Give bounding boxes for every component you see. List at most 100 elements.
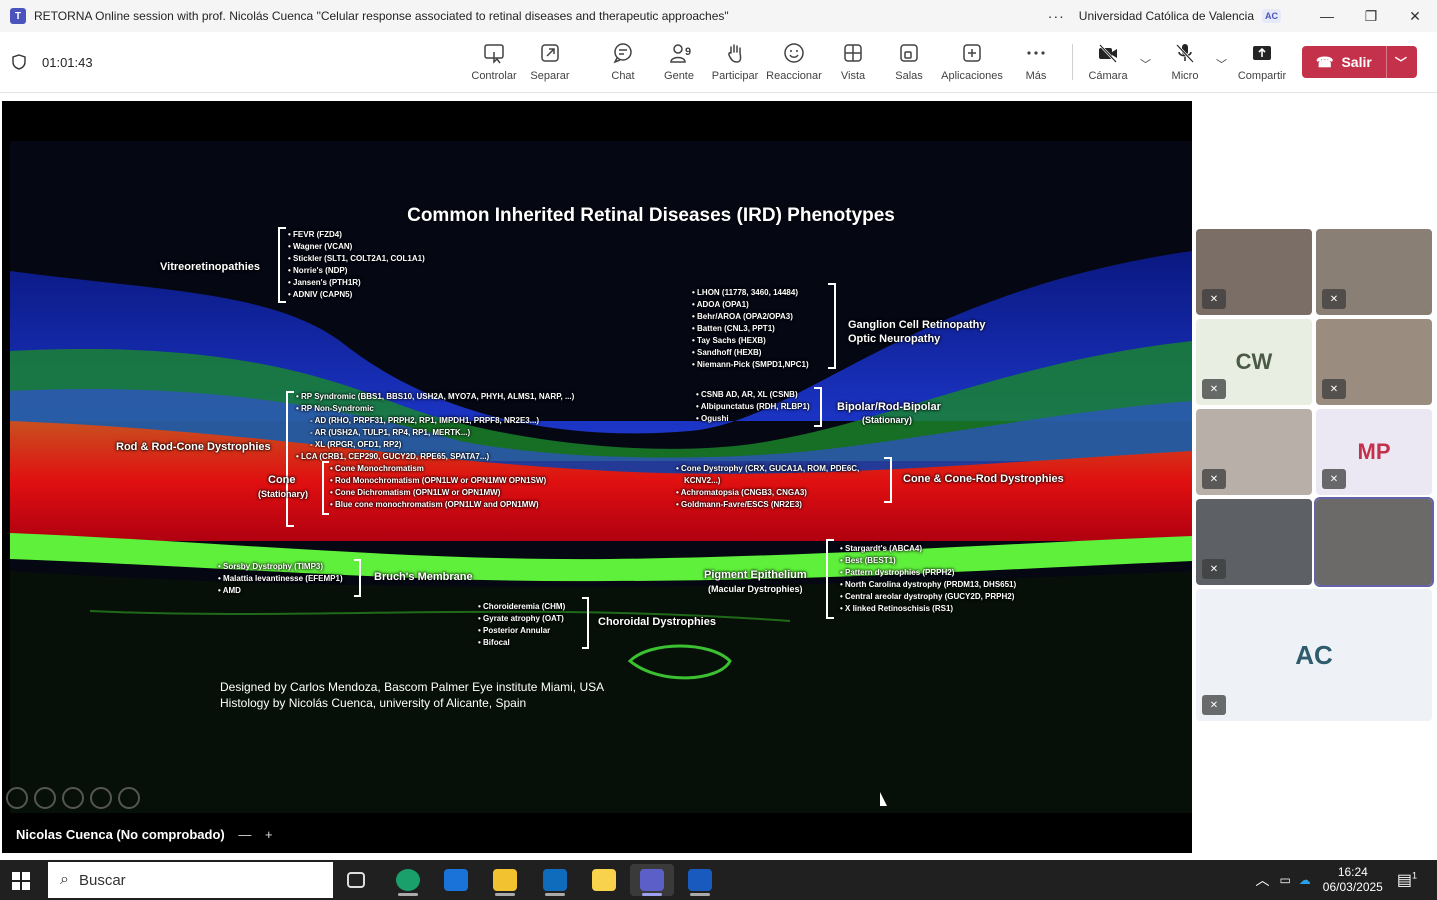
conerod-item: • Achromatopsia (CNGB3, CNGA3)	[676, 488, 807, 497]
leave-label: Salir	[1341, 54, 1372, 70]
bipolar-label: Bipolar/Rod-Bipolar	[837, 401, 941, 413]
participant-tile[interactable]: ✕	[1316, 319, 1432, 405]
onedrive-icon[interactable]: ☁	[1299, 873, 1311, 887]
mic-button[interactable]: Micro	[1155, 42, 1215, 86]
store-glyph	[444, 869, 468, 891]
notifications-icon[interactable]: ▤1	[1397, 870, 1417, 890]
zoom-out-button[interactable]: —	[238, 827, 251, 842]
network-icon[interactable]: ▭	[1279, 873, 1290, 887]
explorer-icon[interactable]	[487, 864, 523, 896]
toolbar-divider	[1072, 44, 1073, 80]
apps-button[interactable]: Aplicaciones	[941, 42, 1003, 86]
grid-icon	[844, 44, 862, 62]
popout-button[interactable]: Separar	[520, 42, 580, 86]
maximize-button[interactable]: ❐	[1349, 8, 1393, 25]
chat-label: Chat	[611, 70, 635, 82]
clock[interactable]: 16:24 06/03/2025	[1323, 865, 1383, 895]
mic-off-icon: ✕	[1202, 289, 1226, 309]
chat-button[interactable]: Chat	[593, 42, 653, 86]
zoom-in-button[interactable]: +	[265, 827, 273, 842]
bruch-item: • Malattia levantinesse (EFEMP1)	[218, 574, 343, 583]
optic-neuropathy-label: Optic Neuropathy	[848, 333, 941, 345]
outlook-glyph	[543, 869, 567, 891]
view-button[interactable]: Vista	[823, 42, 883, 86]
share-icon	[1253, 46, 1271, 60]
next-slide-icon[interactable]	[118, 787, 140, 809]
participant-tile[interactable]: ✕	[1196, 229, 1312, 315]
edge-icon[interactable]	[390, 864, 426, 896]
rod-item: - AR (USH2A, TULP1, RP4, RP1, MERTK...)	[310, 428, 471, 437]
title-bar: T RETORNA Online session with prof. Nico…	[0, 0, 1437, 32]
pigment-bracket	[826, 539, 834, 619]
word-icon[interactable]	[682, 864, 718, 896]
more-button[interactable]: Más	[1006, 42, 1066, 86]
pigment-list: • Stargardt's (ABCA4) • Best (BEST1) • P…	[840, 543, 1016, 615]
meeting-toolbar: 01:01:43 Controlar Separar Chat 9 Gente …	[0, 32, 1437, 93]
conerod-bracket	[884, 457, 892, 503]
mic-off-icon: ✕	[1202, 559, 1226, 579]
mic-off-icon: ✕	[1202, 469, 1226, 489]
more-slide-options-icon[interactable]	[90, 787, 112, 809]
more-options-icon[interactable]: ···	[1048, 8, 1065, 24]
bipolar-item: • CSNB AD, AR, XL (CSNB)	[696, 390, 798, 399]
shield-icon	[12, 54, 26, 70]
share-button[interactable]: Compartir	[1232, 42, 1292, 86]
rod-label: Rod & Rod-Cone Dystrophies	[116, 441, 271, 453]
leave-options-chevron-icon[interactable]: ﹀	[1395, 54, 1407, 71]
camera-options-chevron-icon[interactable]: ﹀	[1140, 56, 1151, 72]
mic-options-chevron-icon[interactable]: ﹀	[1216, 56, 1227, 72]
leave-divider	[1385, 46, 1387, 78]
teams-glyph	[640, 869, 664, 891]
participant-tile[interactable]: ✕	[1316, 229, 1432, 315]
pen-icon[interactable]	[34, 787, 56, 809]
self-view-tile[interactable]: AC ✕	[1196, 589, 1432, 721]
control-button[interactable]: Controlar	[464, 42, 524, 86]
bipolar-item: • Albipunctatus (RDH, RLBP1)	[696, 402, 810, 411]
sticky-notes-icon[interactable]	[586, 864, 622, 896]
pigment-item: • X linked Retinoschisis (RS1)	[840, 604, 954, 613]
teams-icon: T	[10, 8, 26, 24]
organization-name[interactable]: Universidad Católica de Valencia	[1079, 9, 1254, 23]
add-app-icon	[963, 44, 981, 62]
cone-list: • Cone Monochromatism • Rod Monochromati…	[330, 463, 546, 511]
people-button[interactable]: 9 Gente	[649, 42, 709, 86]
raise-hand-button[interactable]: Participar	[705, 42, 765, 86]
prev-slide-icon[interactable]	[6, 787, 28, 809]
ganglion-item: • Sandhoff (HEXB)	[692, 348, 762, 357]
org-badge[interactable]: AC	[1262, 9, 1281, 23]
ganglion-item: • Batten (CNL3, PPT1)	[692, 324, 775, 333]
rooms-button[interactable]: Salas	[879, 42, 939, 86]
vitreo-item: • Jansen's (PTH1R)	[288, 278, 361, 287]
ganglion-label: Ganglion Cell Retinopathy	[848, 319, 986, 331]
task-view-glyph	[347, 872, 365, 888]
leave-button[interactable]: ☎ Salir ﹀	[1302, 46, 1417, 78]
choroidal-item: • Bifocal	[478, 638, 510, 647]
task-view-icon[interactable]	[338, 864, 374, 896]
word-glyph	[688, 869, 712, 891]
choroidal-item: • Gyrate atrophy (OAT)	[478, 614, 564, 623]
vitreo-item: • ADNIV (CAPN5)	[288, 290, 353, 299]
minimize-button[interactable]: —	[1305, 8, 1349, 24]
taskbar-search[interactable]: ⌕ Buscar	[48, 862, 333, 898]
windows-start-icon[interactable]	[12, 872, 30, 890]
react-button[interactable]: Reaccionar	[764, 42, 824, 86]
outlook-icon[interactable]	[537, 864, 573, 896]
camera-button[interactable]: Cámara	[1078, 42, 1138, 86]
participant-tile-speaking[interactable]	[1314, 497, 1434, 587]
running-indicator	[545, 893, 565, 896]
presenter-bar: Nicolas Cuenca (No comprobado) — +	[16, 827, 273, 842]
close-button[interactable]: ✕	[1393, 8, 1437, 25]
teams-taskbar-icon[interactable]	[630, 864, 674, 896]
vitreo-list: • FEVR (FZD4) • Wagner (VCAN) • Stickler…	[288, 229, 425, 301]
chevron-up-icon[interactable]: ︿	[1255, 870, 1269, 890]
participant-tile[interactable]: ✕	[1196, 409, 1312, 495]
participant-tile[interactable]: MP ✕	[1316, 409, 1432, 495]
participant-tile[interactable]: CW ✕	[1196, 319, 1312, 405]
participant-tile[interactable]: ✕	[1196, 499, 1312, 585]
choroidal-label: Choroidal Dystrophies	[598, 616, 716, 628]
slides-overview-icon[interactable]	[62, 787, 84, 809]
search-icon: ⌕	[60, 871, 69, 888]
popout-icon	[541, 44, 559, 62]
store-icon[interactable]	[438, 864, 474, 896]
rod-item: • RP Syndromic (BBS1, BBS10, USH2A, MYO7…	[296, 392, 575, 401]
